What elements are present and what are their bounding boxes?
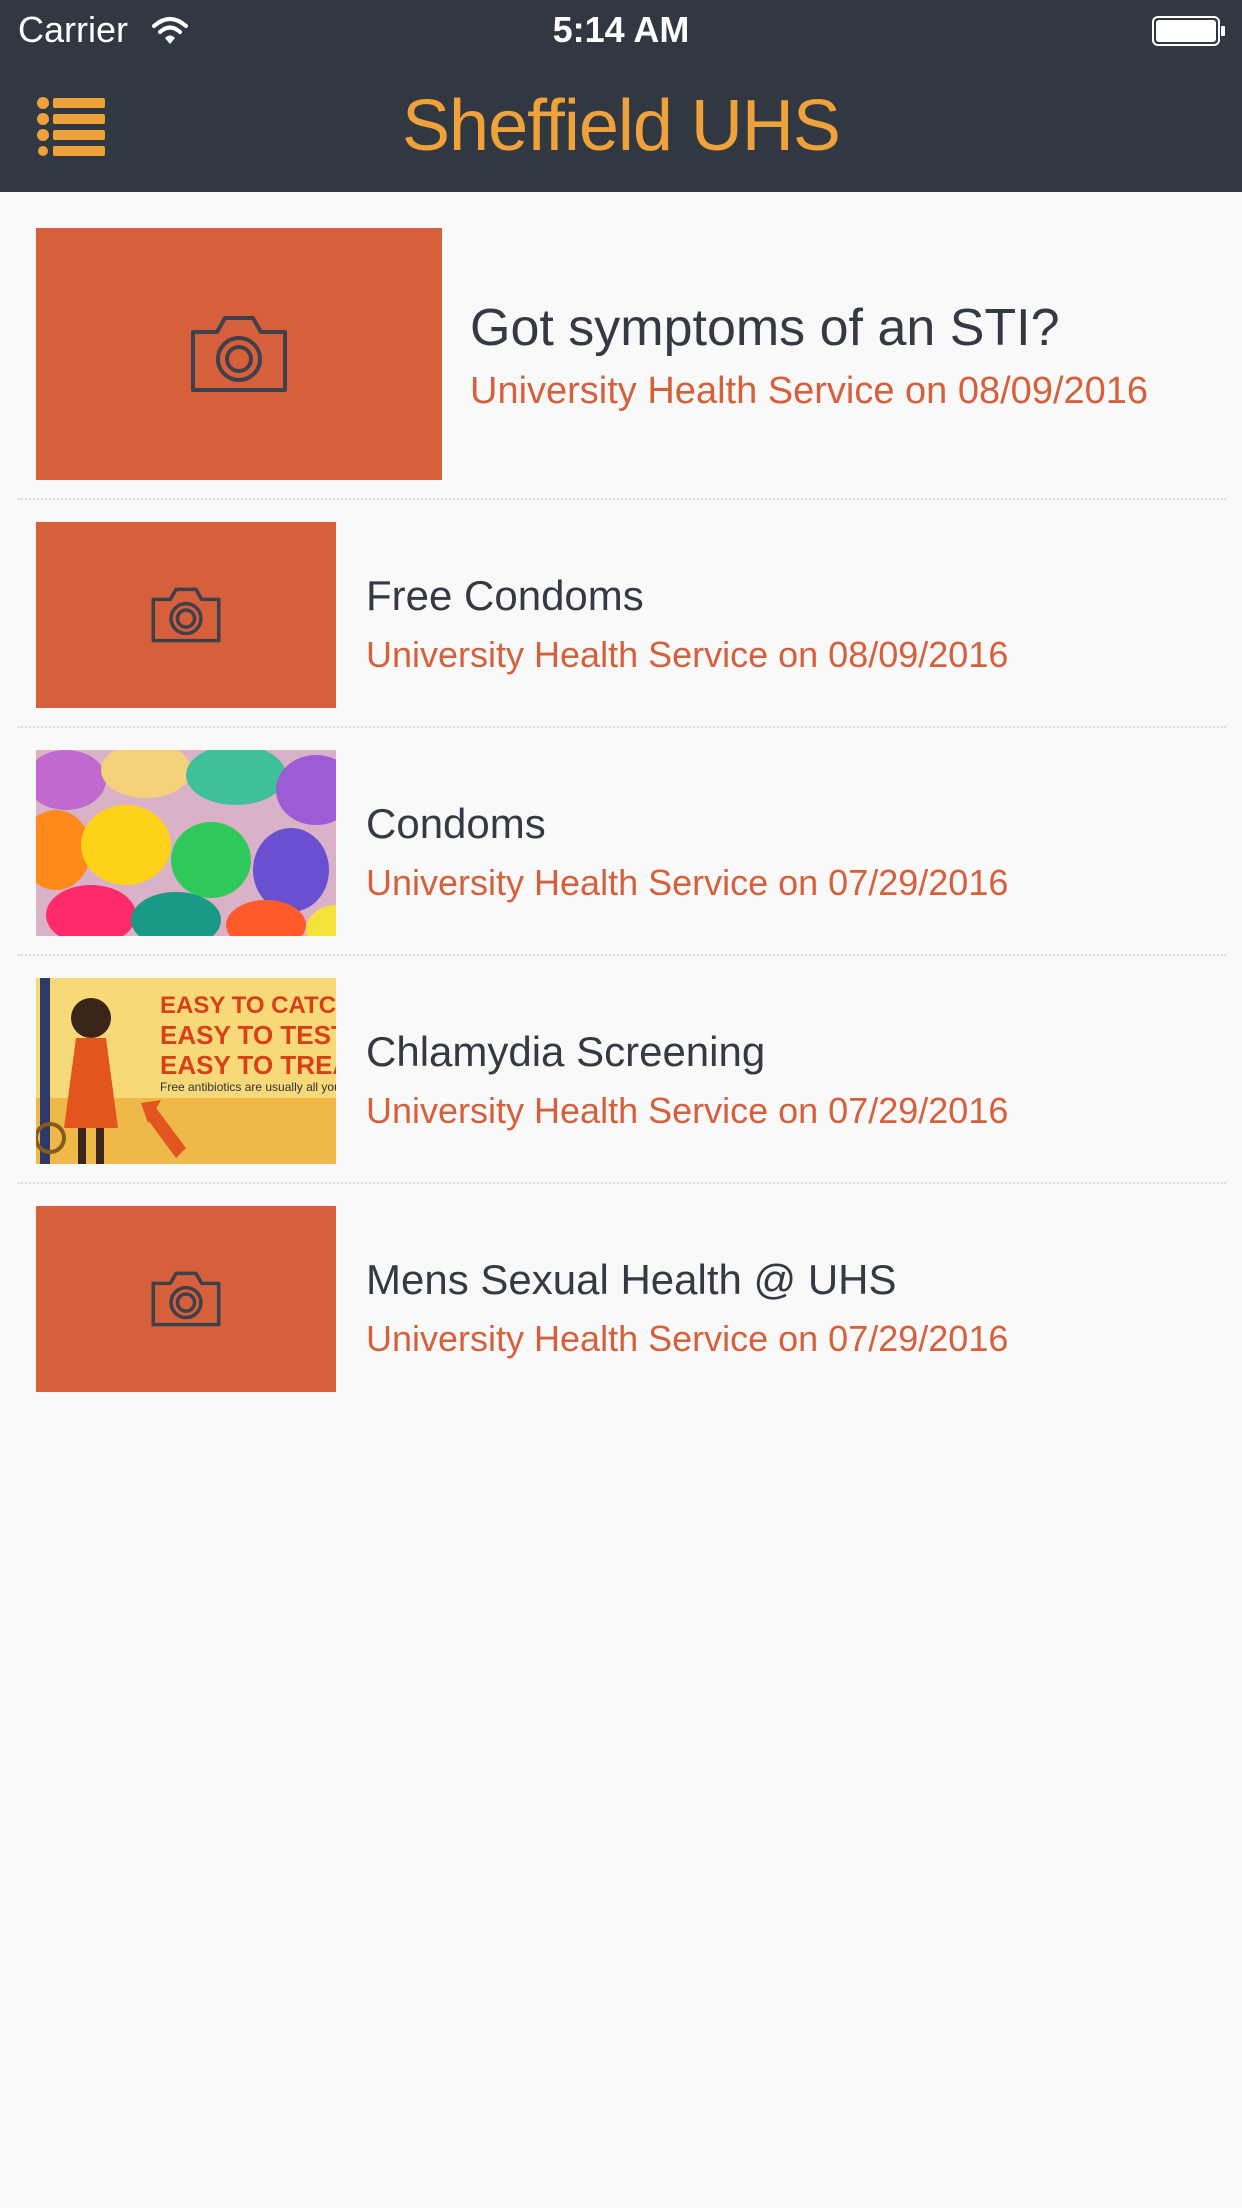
post-title: Free Condoms bbox=[366, 572, 644, 619]
camera-placeholder-icon bbox=[151, 587, 221, 643]
post-meta: University Health Service on 07/29/2016 bbox=[366, 862, 1009, 903]
post-thumbnail bbox=[36, 750, 336, 936]
post-thumbnail bbox=[36, 522, 336, 708]
poster-line: EASY TO TEST bbox=[160, 1020, 336, 1050]
battery-icon bbox=[1152, 16, 1225, 46]
post-title: Condoms bbox=[366, 800, 546, 847]
camera-placeholder-icon bbox=[191, 316, 287, 392]
post-title: Chlamydia Screening bbox=[366, 1028, 766, 1075]
status-time: 5:14 AM bbox=[552, 9, 690, 50]
colorful-condoms-photo bbox=[36, 750, 336, 936]
camera-placeholder-icon bbox=[151, 1271, 221, 1327]
status-bar: Carrier 5:14 AM bbox=[0, 0, 1242, 60]
post-item[interactable]: Mens Sexual Health @ UHS University Heal… bbox=[18, 1184, 1226, 1412]
post-item[interactable]: EASY TO CATCH EASY TO TEST EASY TO TREAT… bbox=[18, 956, 1226, 1184]
post-title: Got symptoms of an STI? bbox=[470, 299, 1060, 357]
poster-line: Free antibiotics are usually all you nee… bbox=[160, 1080, 336, 1094]
post-meta: University Health Service on 08/09/2016 bbox=[470, 370, 1149, 412]
post-thumbnail bbox=[36, 1206, 336, 1392]
poster-line: EASY TO CATCH bbox=[160, 992, 336, 1019]
post-meta: University Health Service on 07/29/2016 bbox=[366, 1090, 1009, 1131]
post-item[interactable]: Free Condoms University Health Service o… bbox=[18, 500, 1226, 728]
post-item-featured[interactable]: Got symptoms of an STI? University Healt… bbox=[18, 192, 1226, 500]
post-thumbnail bbox=[36, 228, 442, 480]
post-thumbnail: EASY TO CATCH EASY TO TEST EASY TO TREAT… bbox=[36, 978, 336, 1164]
app-title: Sheffield UHS bbox=[402, 86, 841, 166]
post-title: Mens Sexual Health @ UHS bbox=[366, 1256, 897, 1303]
post-item[interactable]: Condoms University Health Service on 07/… bbox=[18, 728, 1226, 956]
post-meta: University Health Service on 08/09/2016 bbox=[366, 634, 1009, 675]
poster-line: EASY TO TREAT bbox=[160, 1050, 336, 1080]
navigation-bar: Sheffield UHS bbox=[0, 60, 1242, 192]
post-meta: University Health Service on 07/29/2016 bbox=[366, 1318, 1009, 1359]
